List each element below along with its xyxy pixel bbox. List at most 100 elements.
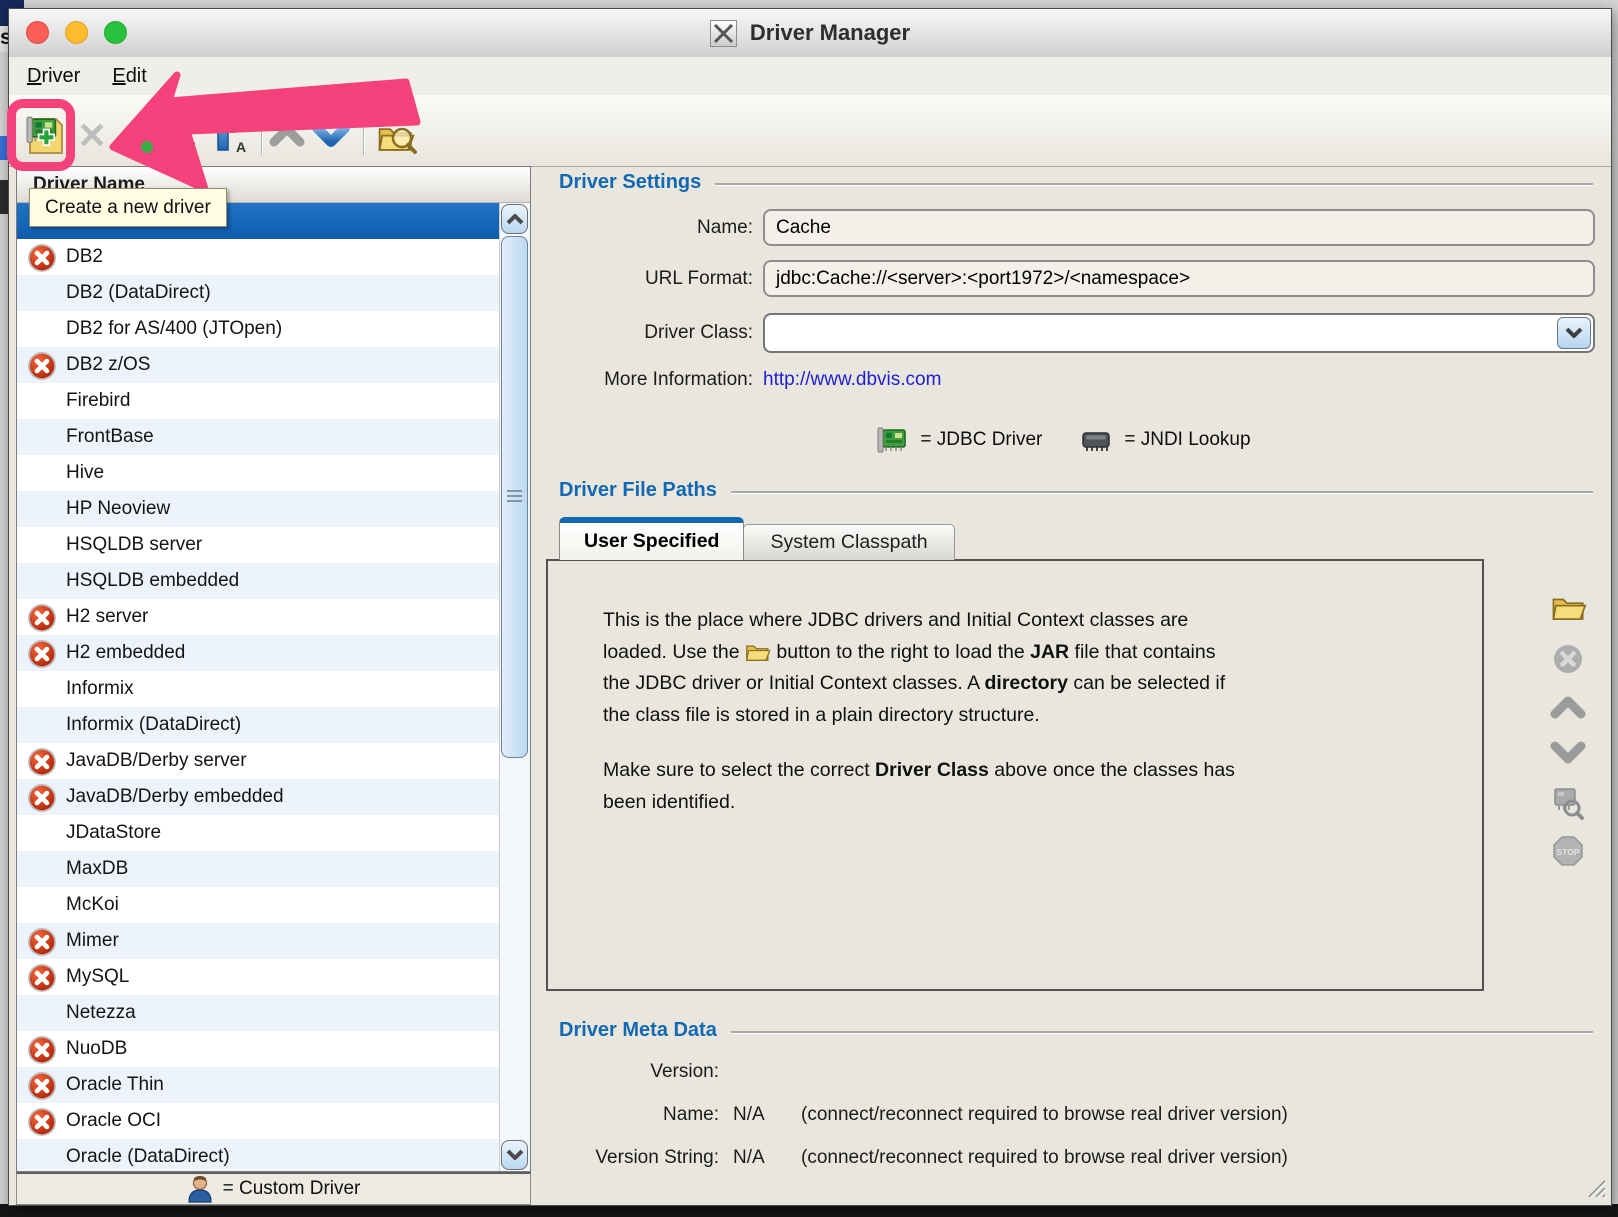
list-item[interactable]: Netezza — [17, 995, 499, 1031]
move-path-down-button[interactable] — [1549, 741, 1587, 765]
list-item[interactable]: Firebird — [17, 383, 499, 419]
list-item[interactable]: Informix (DataDirect) — [17, 707, 499, 743]
move-path-up-button[interactable] — [1549, 695, 1587, 719]
tab-system-classpath[interactable]: System Classpath — [743, 524, 954, 560]
scroll-up-button[interactable] — [501, 204, 528, 234]
move-up-button[interactable] — [267, 111, 307, 159]
sort-ascending-icon: Z A — [211, 114, 251, 156]
section-rule — [715, 183, 1593, 185]
menu-edit[interactable]: Edit — [112, 65, 146, 88]
list-item[interactable]: H2 embedded — [17, 635, 499, 671]
sort-descending-icon: A Z — [163, 114, 203, 156]
error-badge-icon — [27, 1071, 56, 1100]
error-badge-icon — [27, 603, 56, 632]
open-folder-button[interactable] — [1549, 589, 1587, 623]
create-driver-button[interactable] — [19, 111, 67, 159]
meta-data-row: Version: — [534, 1061, 1581, 1083]
remove-path-button[interactable] — [1549, 643, 1587, 675]
driver-name: Informix — [66, 678, 134, 700]
list-item[interactable]: McKoi — [17, 887, 499, 923]
svg-text:A: A — [187, 115, 197, 131]
window-title: Driver Manager — [750, 20, 910, 46]
driver-name: Firebird — [66, 390, 130, 412]
list-item[interactable]: H2 server — [17, 599, 499, 635]
list-item[interactable]: HSQLDB embedded — [17, 563, 499, 599]
move-down-button[interactable] — [309, 111, 353, 159]
menu-driver[interactable]: Driver — [27, 65, 80, 88]
list-item[interactable]: Informix — [17, 671, 499, 707]
error-badge-icon — [27, 747, 56, 776]
list-item[interactable]: Hive — [17, 455, 499, 491]
find-driver-class-button[interactable] — [1549, 785, 1587, 821]
list-item[interactable]: Oracle OCI — [17, 1103, 499, 1139]
zoom-window-button[interactable] — [104, 21, 127, 44]
jdbc-driver-icon — [876, 425, 908, 455]
custom-driver-legend-text: = Custom Driver — [223, 1178, 361, 1200]
driver-name: Mimer — [66, 930, 119, 952]
minimize-window-button[interactable] — [65, 21, 88, 44]
driver-class-label: Driver Class: — [559, 322, 763, 344]
jdbc-legend-text: = JDBC Driver — [920, 429, 1042, 451]
list-item[interactable]: MySQL — [17, 959, 499, 995]
driver-finder-button[interactable] — [371, 111, 423, 159]
driver-class-combobox[interactable] — [763, 313, 1595, 353]
resize-grip[interactable] — [1585, 1177, 1607, 1199]
list-scrollbar[interactable] — [499, 203, 530, 1171]
combobox-dropdown-button[interactable] — [1557, 317, 1591, 349]
tab-user-specified[interactable]: User Specified — [559, 517, 744, 560]
scrollbar-thumb[interactable] — [501, 236, 528, 758]
url-format-field[interactable]: jdbc:Cache://<server>:<port1972>/<namesp… — [763, 260, 1595, 297]
menu-bar: Driver Edit — [9, 57, 1611, 95]
stop-button[interactable]: STOP — [1549, 835, 1587, 867]
folder-icon — [745, 640, 771, 662]
driver-name: DB2 z/OS — [66, 354, 150, 376]
driver-class-row: Driver Class: — [559, 313, 1595, 353]
create-driver-icon — [20, 111, 66, 159]
list-item[interactable]: MaxDB — [17, 851, 499, 887]
driver-list: Cache DB2 DB2 (DataDirect) — [17, 203, 499, 1171]
list-item[interactable]: FrontBase — [17, 419, 499, 455]
custom-driver-legend: = Custom Driver — [16, 1172, 531, 1205]
error-badge-icon — [27, 639, 56, 668]
sort-descending-button[interactable]: A Z — [161, 111, 205, 159]
toolbar-separator — [155, 119, 157, 155]
section-rule — [731, 491, 1593, 493]
list-item[interactable]: JavaDB/Derby embedded — [17, 779, 499, 815]
list-item[interactable]: JavaDB/Derby server — [17, 743, 499, 779]
name-field[interactable]: Cache — [763, 209, 1595, 246]
error-badge-icon — [27, 783, 56, 812]
close-window-button[interactable] — [26, 21, 49, 44]
svg-text:STOP: STOP — [1557, 847, 1580, 857]
driver-name: MySQL — [66, 966, 129, 988]
section-driver-file-paths: Driver File Paths — [559, 477, 1593, 503]
toolbar-separator — [363, 119, 365, 155]
url-format-row: URL Format: jdbc:Cache://<server>:<port1… — [559, 260, 1595, 297]
list-item[interactable]: DB2 for AS/400 (JTOpen) — [17, 311, 499, 347]
driver-name: Informix (DataDirect) — [66, 714, 241, 736]
meta-value: N/A — [719, 1104, 785, 1126]
error-badge-icon — [27, 927, 56, 956]
list-item[interactable]: DB2 z/OS — [17, 347, 499, 383]
file-path-actions: STOP — [1549, 581, 1587, 893]
list-item[interactable]: DB2 — [17, 239, 499, 275]
chevron-down-icon — [1550, 741, 1586, 765]
list-item[interactable]: NuoDB — [17, 1031, 499, 1067]
list-item[interactable]: HP Neoview — [17, 491, 499, 527]
list-item[interactable]: JDataStore — [17, 815, 499, 851]
title-bar: Driver Manager — [9, 9, 1611, 58]
list-item[interactable]: HSQLDB server — [17, 527, 499, 563]
list-item[interactable]: Oracle (DataDirect) — [17, 1139, 499, 1171]
meta-label: Name: — [534, 1104, 719, 1126]
list-item[interactable]: Mimer — [17, 923, 499, 959]
driver-name: H2 server — [66, 606, 148, 628]
list-item[interactable]: Oracle Thin — [17, 1067, 499, 1103]
scroll-down-button[interactable] — [501, 1140, 528, 1170]
dbvis-link[interactable]: http://www.dbvis.com — [763, 369, 941, 391]
list-item[interactable]: DB2 (DataDirect) — [17, 275, 499, 311]
error-badge-icon — [27, 243, 56, 272]
remove-driver-icon: ✕ — [77, 115, 107, 157]
url-format-label: URL Format: — [559, 268, 763, 290]
chevron-down-icon — [312, 121, 350, 149]
driver-list-panel: Driver Name Cache DB2 D — [16, 166, 531, 1172]
sort-ascending-button[interactable]: Z A — [209, 111, 253, 159]
